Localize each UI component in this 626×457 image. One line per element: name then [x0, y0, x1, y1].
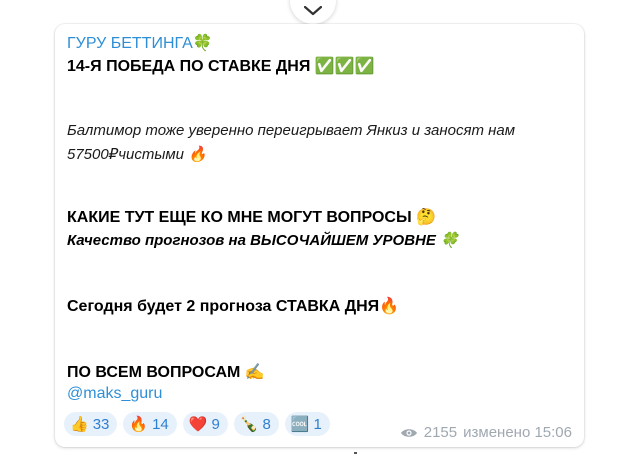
- reaction-cool[interactable]: 🆒 1: [284, 412, 330, 436]
- reaction-count: 14: [152, 415, 169, 433]
- message-text-line-1: Балтимор тоже уверенно переигрывает Янки…: [67, 122, 516, 139]
- reaction-fire[interactable]: 🔥 14: [123, 412, 177, 436]
- reactions-bar: 👍 33 🔥 14 ❤️ 9 🍾 8 🆒 1: [64, 412, 330, 436]
- chevron-down-icon: [304, 6, 322, 16]
- sender-name[interactable]: ГУРУ БЕТТИНГА🍀: [67, 33, 213, 53]
- reaction-thumbs-up[interactable]: 👍 33: [64, 412, 118, 436]
- edited-time: изменено 15:06: [463, 424, 572, 441]
- cool-icon: 🆒: [290, 416, 310, 433]
- heart-icon: ❤️: [188, 416, 208, 433]
- reaction-champagne[interactable]: 🍾 8: [233, 412, 279, 436]
- champagne-icon: 🍾: [239, 416, 259, 433]
- views-count: 2155: [423, 424, 458, 441]
- message-meta: 2155 изменено 15:06: [400, 424, 572, 441]
- fire-icon: 🔥: [129, 416, 149, 433]
- reaction-count: 33: [92, 415, 110, 433]
- contact-handle-link[interactable]: @maks_guru: [67, 385, 162, 403]
- reaction-count: 9: [211, 415, 220, 433]
- divider-mark: [354, 452, 357, 454]
- question-line: КАКИЕ ТУТ ЕЩЕ КО МНЕ МОГУТ ВОПРОСЫ 🤔: [67, 209, 437, 226]
- message-text-line-2: 57500₽чистыми 🔥: [67, 146, 207, 163]
- thumbs-up-icon: 👍: [70, 416, 89, 433]
- message-title: 14-Я ПОБЕДА ПО СТАВКЕ ДНЯ ✅✅✅: [67, 58, 375, 75]
- message-bubble: ГУРУ БЕТТИНГА🍀 14-Я ПОБЕДА ПО СТАВКЕ ДНЯ…: [55, 24, 584, 447]
- today-line: Сегодня будет 2 прогноза СТАВКА ДНЯ🔥: [67, 298, 400, 315]
- contact-line: ПО ВСЕМ ВОПРОСАМ ✍️: [67, 364, 265, 381]
- quality-line: Качество прогнозов на ВЫСОЧАЙШЕМ УРОВНЕ …: [67, 232, 459, 249]
- reaction-count: 8: [262, 415, 271, 433]
- reaction-heart[interactable]: ❤️ 9: [182, 412, 228, 436]
- reaction-count: 1: [313, 415, 322, 433]
- scroll-down-button[interactable]: [290, 0, 336, 24]
- eye-icon: [400, 428, 417, 437]
